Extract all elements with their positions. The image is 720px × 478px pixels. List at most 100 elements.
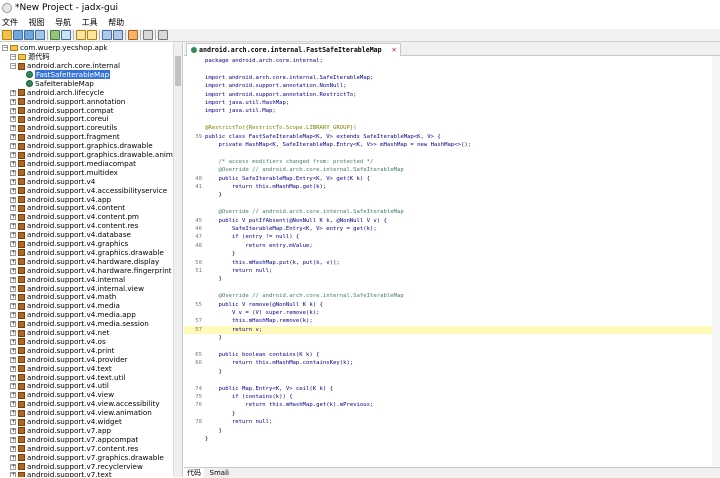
- preferences-icon[interactable]: [158, 30, 168, 40]
- log-icon[interactable]: [143, 30, 153, 40]
- code-line[interactable]: @Override // android.arch.core.internal.…: [184, 166, 720, 174]
- tree-package-item[interactable]: + android.support.graphics.drawable: [10, 141, 153, 150]
- code-line[interactable]: 76 return this.mHashMap.get(k).mPrevious…: [184, 401, 720, 409]
- code-line[interactable]: [184, 284, 720, 292]
- deobfuscate-icon[interactable]: [128, 30, 138, 40]
- code-line[interactable]: @RestrictTo({RestrictTo.Scope.LIBRARY_GR…: [184, 124, 720, 132]
- tree-package-item[interactable]: + android.support.v4.net: [10, 328, 109, 337]
- tree-package-item[interactable]: + android.support.v4.print: [10, 346, 114, 355]
- menu-tools[interactable]: 工具: [82, 17, 98, 29]
- expand-icon[interactable]: +: [10, 116, 16, 123]
- expand-icon[interactable]: +: [10, 294, 16, 301]
- code-line[interactable]: 78 return null;: [184, 418, 720, 426]
- tree-package-item[interactable]: + android.support.multidex: [10, 168, 118, 177]
- sync-icon[interactable]: [50, 30, 60, 40]
- tree-package-item[interactable]: + android.support.v4.provider: [10, 355, 128, 364]
- code-line[interactable]: 46 SafeIterableMap.Entry<K, V> entry = g…: [184, 225, 720, 233]
- tree-package-item[interactable]: + android.support.v4.media.session: [10, 319, 149, 328]
- code-line[interactable]: [184, 65, 720, 73]
- code-line[interactable]: }: [184, 368, 720, 376]
- menu-view[interactable]: 视图: [29, 17, 45, 29]
- tree-package-item[interactable]: + android.support.v7.app: [10, 426, 111, 435]
- code-line[interactable]: 41 return this.mHashMap.get(k);: [184, 183, 720, 191]
- tree-root[interactable]: − com.wuerp.yecshop.apk: [2, 43, 108, 52]
- code-line[interactable]: @Override // android.arch.core.internal.…: [184, 208, 720, 216]
- editor-tab[interactable]: android.arch.core.internal.FastSafeItera…: [186, 43, 401, 56]
- expand-icon[interactable]: +: [10, 249, 16, 256]
- tree-package-item[interactable]: + android.support.fragment: [10, 132, 120, 141]
- tree-package-item[interactable]: + android.support.v7.graphics.drawable: [10, 453, 164, 462]
- code-line[interactable]: }: [184, 427, 720, 435]
- code-line[interactable]: 48 return entry.mValue;: [184, 242, 720, 250]
- expand-icon[interactable]: +: [10, 365, 16, 372]
- code-line[interactable]: }: [184, 334, 720, 342]
- tree-package-item[interactable]: + android.support.v4.internal.view: [10, 284, 144, 293]
- code-line[interactable]: 40 public SafeIterableMap.Entry<K, V> ge…: [184, 175, 720, 183]
- tree-package-item[interactable]: + android.support.v4.view.animation: [10, 408, 152, 417]
- tree-package-item[interactable]: + android.support.v4.media: [10, 301, 120, 310]
- code-line[interactable]: [184, 200, 720, 208]
- tree-package-item[interactable]: + android.support.coreui: [10, 114, 109, 123]
- expand-icon[interactable]: +: [10, 427, 16, 434]
- menu-navigation[interactable]: 导航: [55, 17, 71, 29]
- menu-help[interactable]: 帮助: [108, 17, 124, 29]
- tree-package-item[interactable]: + android.support.v7.appcompat: [10, 435, 138, 444]
- save-icon[interactable]: [13, 30, 23, 40]
- tree-package-item[interactable]: + android.support.v4.widget: [10, 417, 122, 426]
- expand-icon[interactable]: +: [10, 98, 16, 105]
- tree-package-item[interactable]: + android.support.v4.internal: [10, 275, 125, 284]
- expand-icon[interactable]: +: [10, 152, 16, 158]
- expand-icon[interactable]: +: [10, 241, 16, 247]
- expand-icon[interactable]: +: [10, 205, 16, 212]
- code-line[interactable]: @Override // android.arch.core.internal.…: [184, 292, 720, 300]
- code-line[interactable]: 57 this.mHashMap.remove(k);: [184, 317, 720, 325]
- expand-icon[interactable]: +: [10, 214, 16, 221]
- code-line[interactable]: 39 public class FastSafeIterableMap<K, V>…: [184, 133, 720, 141]
- save-all-icon[interactable]: [24, 30, 34, 40]
- code-line[interactable]: private HashMap<K, SafeIterableMap.Entry…: [184, 141, 720, 149]
- tree-package-item[interactable]: + android.support.v4.media.app: [10, 310, 136, 319]
- tree-source-folder[interactable]: − 源代码: [10, 52, 50, 61]
- tree-package-item[interactable]: + android.support.v4.hardware.display: [10, 257, 159, 266]
- tree-package-item[interactable]: + android.support.v4.app: [10, 195, 111, 204]
- code-line[interactable]: [184, 116, 720, 124]
- menu-file[interactable]: 文件: [2, 17, 18, 29]
- tree-package-item[interactable]: + android.arch.lifecycle: [10, 88, 104, 97]
- expand-icon[interactable]: +: [10, 285, 16, 292]
- expand-icon[interactable]: +: [10, 125, 16, 132]
- expand-icon[interactable]: +: [10, 134, 16, 141]
- scrollbar-thumb[interactable]: [175, 56, 181, 86]
- code-line[interactable]: import java.util.Map;: [184, 107, 720, 115]
- tree-package-item[interactable]: + android.support.v4.accessibilityservice: [10, 186, 167, 195]
- tree-package-item[interactable]: + android.support.v4.text: [10, 364, 112, 373]
- close-icon[interactable]: ✕: [392, 44, 397, 56]
- code-editor[interactable]: package android.arch.core.internal; impor…: [184, 56, 720, 466]
- tree-scrollbar[interactable]: [173, 42, 182, 477]
- code-line[interactable]: }: [184, 191, 720, 199]
- code-line[interactable]: package android.arch.core.internal;: [184, 57, 720, 65]
- tree-package-item[interactable]: − android.arch.core.internal: [10, 61, 120, 70]
- expand-icon[interactable]: +: [10, 419, 16, 425]
- expand-icon[interactable]: +: [10, 330, 16, 336]
- expand-icon[interactable]: +: [10, 258, 16, 265]
- expand-icon[interactable]: +: [10, 401, 16, 408]
- search-icon[interactable]: [76, 30, 86, 40]
- tree-package-item[interactable]: + android.support.v7.content.res: [10, 444, 138, 453]
- collapse-icon[interactable]: −: [10, 54, 16, 60]
- code-line[interactable]: 57 return v;: [184, 325, 720, 335]
- forward-icon[interactable]: [113, 30, 123, 40]
- code-line[interactable]: import android.support.annotation.Restri…: [184, 91, 720, 99]
- code-line[interactable]: 74 public Map.Entry<K, V> ceil(K k) {: [184, 385, 720, 393]
- code-line[interactable]: 47 if (entry != null) {: [184, 233, 720, 241]
- tree-package-item[interactable]: + android.support.v7.recyclerview: [10, 462, 143, 471]
- editor-scrollbar[interactable]: [712, 56, 720, 466]
- code-line[interactable]: 75 if (contains(k)) {: [184, 393, 720, 401]
- code-line[interactable]: /* access modifiers changed from: protec…: [184, 158, 720, 166]
- code-line[interactable]: 50 this.mHashMap.put(k, put(k, v));: [184, 259, 720, 267]
- expand-icon[interactable]: +: [10, 436, 16, 443]
- expand-icon[interactable]: +: [10, 169, 16, 176]
- expand-icon[interactable]: +: [10, 196, 16, 203]
- code-line[interactable]: 51 return null;: [184, 267, 720, 275]
- tree-package-item[interactable]: + android.support.v4.hardware.fingerprint: [10, 266, 172, 275]
- code-line[interactable]: }: [184, 410, 720, 418]
